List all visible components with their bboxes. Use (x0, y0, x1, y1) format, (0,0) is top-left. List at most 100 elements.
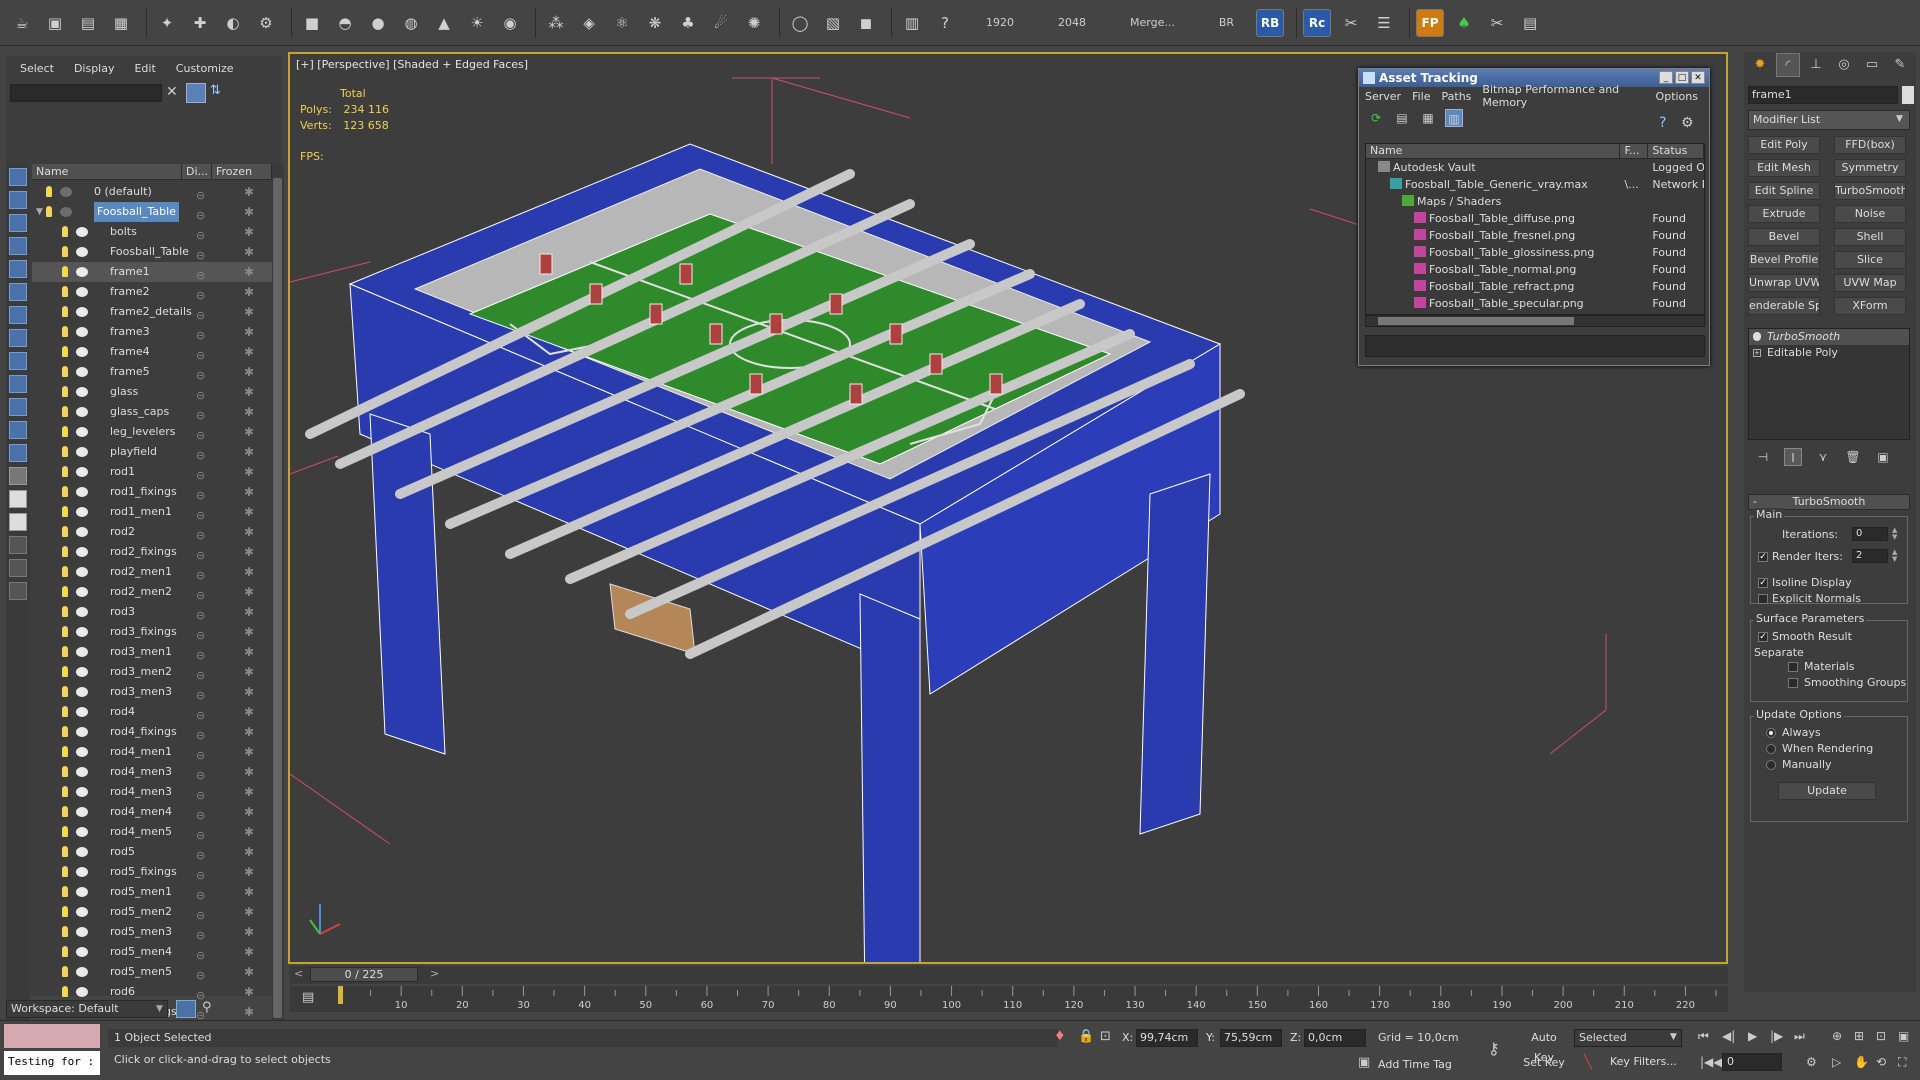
menu-server[interactable]: Server (1365, 90, 1401, 103)
asset-row[interactable]: Foosball_Table_glossiness.png Found (1366, 244, 1704, 261)
modifier-button[interactable]: FFD(box) (1834, 136, 1906, 154)
explorer-row[interactable]: rod3 ⊝ ✱ (32, 602, 272, 622)
explorer-row[interactable]: glass ⊝ ✱ (32, 382, 272, 402)
explorer-row[interactable]: rod1 ⊝ ✱ (32, 462, 272, 482)
lightbulb-icon[interactable] (62, 526, 68, 537)
maxscript-listener-output[interactable] (4, 1024, 100, 1048)
freeze-toggle-icon[interactable]: ✱ (244, 922, 254, 942)
freeze-toggle-icon[interactable]: ✱ (244, 262, 254, 282)
interactive-render-icon[interactable]: ◼ (852, 9, 880, 37)
lightbulb-icon[interactable] (62, 306, 68, 317)
freeze-toggle-icon[interactable]: ✱ (244, 602, 254, 622)
explorer-row[interactable]: rod1_men1 ⊝ ✱ (32, 502, 272, 522)
freeze-toggle-icon[interactable]: ✱ (244, 802, 254, 822)
explorer-row[interactable]: frame2 ⊝ ✱ (32, 282, 272, 302)
minimize-icon[interactable]: _ (1659, 71, 1673, 84)
maxscript-listener-input[interactable]: Testing for : (4, 1051, 100, 1075)
smooth-result-checkbox[interactable]: ✓ (1758, 632, 1768, 642)
lightbulb-icon[interactable] (62, 226, 68, 237)
freeze-toggle-icon[interactable]: ✱ (244, 342, 254, 362)
display-hidden-icon[interactable] (9, 444, 27, 462)
frame-buffer-icon[interactable]: ▧ (819, 9, 847, 37)
make-unique-icon[interactable]: ⋎ (1814, 448, 1832, 466)
freeze-toggle-icon[interactable]: ✱ (244, 282, 254, 302)
lightbulb-icon[interactable] (62, 466, 68, 477)
freeze-toggle-icon[interactable]: ✱ (244, 662, 254, 682)
asset-row[interactable]: Maps / Shaders (1366, 193, 1704, 210)
modifier-button[interactable]: UVW Map (1834, 274, 1906, 292)
lightbulb-icon[interactable] (62, 806, 68, 817)
sync-selection-icon[interactable] (9, 513, 27, 531)
add-time-tag-button[interactable]: Add Time Tag (1378, 1058, 1452, 1071)
menu-bitmap-performance[interactable]: Bitmap Performance and Memory (1482, 83, 1644, 109)
current-frame-marker[interactable] (338, 986, 343, 1004)
asset-row[interactable]: Foosball_Table_specular.png Found (1366, 295, 1704, 312)
stack-item-turbosmooth[interactable]: TurboSmooth (1749, 329, 1909, 345)
motion-tab-icon[interactable]: ◎ (1832, 53, 1856, 77)
go-to-end-icon[interactable]: ⏭ (1794, 1029, 1805, 1044)
display-frozen-icon[interactable] (9, 421, 27, 439)
explorer-row[interactable]: rod5_men1 ⊝ ✱ (32, 882, 272, 902)
time-slider[interactable]: < 0 / 225 > (290, 966, 1728, 984)
freeze-toggle-icon[interactable]: ✱ (244, 762, 254, 782)
modifier-button[interactable]: Unwrap UVW (1748, 274, 1820, 292)
resolution-width[interactable]: 1920 (986, 16, 1014, 29)
display-bones-icon[interactable] (9, 375, 27, 393)
lightbulb-icon[interactable] (1753, 332, 1761, 341)
render-setup-icon[interactable]: ▣ (41, 9, 69, 37)
freeze-toggle-icon[interactable]: ✱ (244, 1002, 254, 1022)
explorer-search-input[interactable] (10, 84, 162, 102)
tools-icon[interactable]: ✂ (1337, 9, 1365, 37)
freeze-toggle-icon[interactable]: ✱ (244, 942, 254, 962)
freeze-toggle-icon[interactable]: ✱ (244, 362, 254, 382)
explorer-row[interactable]: frame3 ⊝ ✱ (32, 322, 272, 342)
key-mode-icon[interactable]: |◀◀ (1700, 1055, 1723, 1069)
key-set-dropdown[interactable]: Selected (1574, 1029, 1682, 1047)
lightbulb-icon[interactable] (62, 846, 68, 857)
modifier-button[interactable]: Edit Poly (1748, 136, 1820, 154)
freeze-toggle-icon[interactable]: ✱ (244, 682, 254, 702)
display-shapes-icon[interactable] (9, 214, 27, 232)
lightbulb-icon[interactable] (62, 766, 68, 777)
sort-icon[interactable]: ⇅ (210, 83, 228, 103)
lightbulb-icon[interactable] (62, 686, 68, 697)
freeze-toggle-icon[interactable]: ✱ (244, 402, 254, 422)
zoom-extents-all-icon[interactable]: ▣ (1898, 1029, 1909, 1043)
object-color-swatch[interactable] (1902, 86, 1914, 104)
explorer-row[interactable]: rod3_men1 ⊝ ✱ (32, 642, 272, 662)
explorer-row[interactable]: rod5_men4 ⊝ ✱ (32, 942, 272, 962)
table-icon[interactable]: ▤ (1516, 9, 1544, 37)
collapse-icon[interactable]: - (1753, 495, 1757, 509)
display-tab-icon[interactable]: ▭ (1860, 53, 1884, 77)
freeze-toggle-icon[interactable]: ✱ (244, 982, 254, 1002)
viewport-label[interactable]: [+] [Perspective] [Shaded + Edged Faces] (296, 58, 528, 71)
explorer-row[interactable]: rod5_fixings ⊝ ✱ (32, 862, 272, 882)
spinner-arrows-icon[interactable]: ▲ ▼ (1892, 527, 1897, 541)
object-name-input[interactable]: frame1 (1748, 86, 1898, 104)
display-cameras-icon[interactable] (9, 260, 27, 278)
close-icon[interactable]: ✕ (166, 84, 178, 100)
asset-row[interactable]: Foosball_Table_Generic_vray.max \... Netwo… (1366, 176, 1704, 193)
lightbulb-icon[interactable] (62, 546, 68, 557)
show-end-result-icon[interactable]: I (1784, 448, 1802, 466)
explorer-row[interactable]: rod3_fixings ⊝ ✱ (32, 622, 272, 642)
absolute-mode-icon[interactable]: ⊡ (1100, 1029, 1111, 1044)
freeze-toggle-icon[interactable]: ✱ (244, 882, 254, 902)
lightbulb-icon[interactable] (62, 606, 68, 617)
lightbulb-icon[interactable] (62, 786, 68, 797)
menu-options[interactable]: Options (1656, 90, 1698, 103)
explorer-row[interactable]: rod5_men2 ⊝ ✱ (32, 902, 272, 922)
fp-button[interactable]: FP (1416, 8, 1445, 37)
freeze-toggle-icon[interactable]: ✱ (244, 742, 254, 762)
freeze-toggle-icon[interactable]: ✱ (244, 322, 254, 342)
display-xrefs-icon[interactable] (9, 352, 27, 370)
maximize-viewport-icon[interactable]: ⛶ (1898, 1055, 1906, 1070)
iterations-spinner[interactable]: 0 (1852, 527, 1888, 541)
explorer-row[interactable]: frame2_details ⊝ ✱ (32, 302, 272, 322)
explorer-row[interactable]: rod5_men3 ⊝ ✱ (32, 922, 272, 942)
pin-stack-icon[interactable]: ⊣ (1754, 448, 1772, 466)
previous-frame-icon[interactable]: ◀| (1722, 1029, 1735, 1043)
help-icon[interactable]: ? (931, 9, 959, 37)
explorer-row[interactable]: rod3_men2 ⊝ ✱ (32, 662, 272, 682)
modifier-button[interactable]: Shell (1834, 228, 1906, 246)
